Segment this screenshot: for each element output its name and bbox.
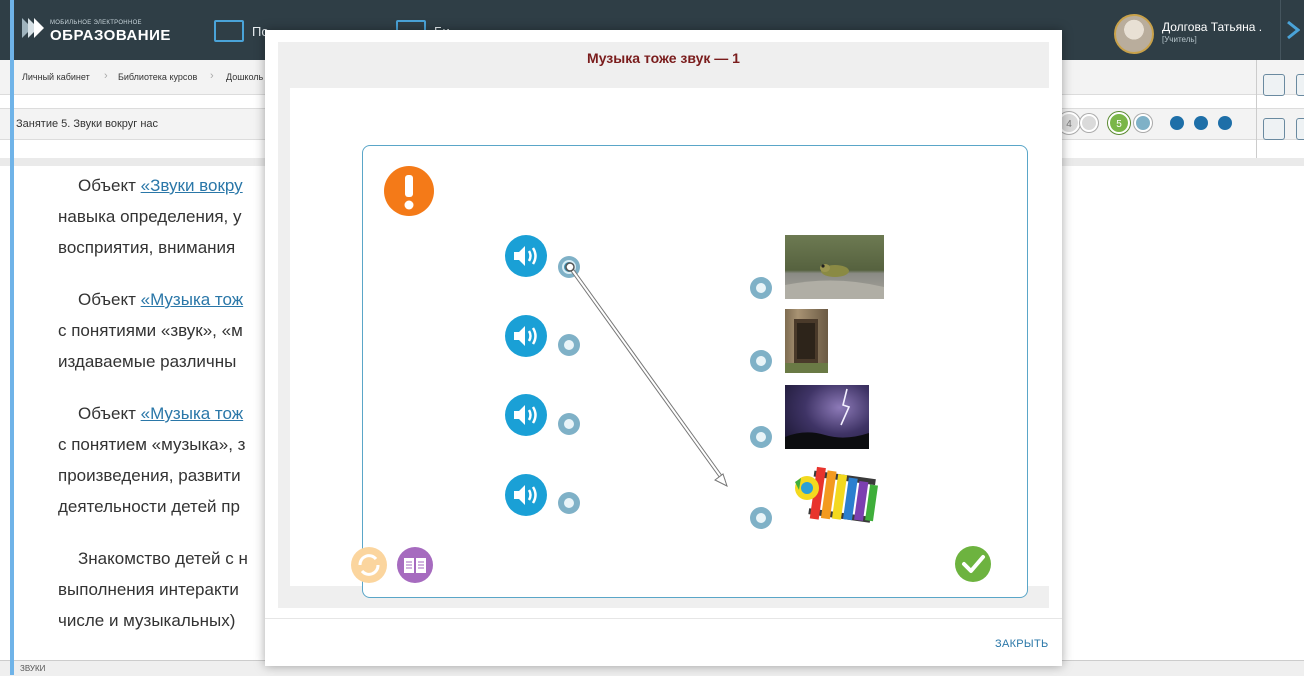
text-line: издаваемые различны	[58, 352, 237, 371]
text-line: произведения, развити	[58, 466, 241, 485]
breadcrumb-separator: ›	[210, 70, 214, 82]
table-icon[interactable]	[1263, 118, 1285, 140]
notes-icon[interactable]	[1263, 74, 1285, 96]
text-line: с понятием «музыка», з	[58, 435, 246, 454]
book-icon[interactable]	[214, 20, 244, 42]
window-icon[interactable]	[1296, 118, 1304, 140]
object-link[interactable]: «Звуки вокру	[141, 176, 243, 195]
breadcrumb-item[interactable]: Дошколь	[226, 72, 263, 82]
text-line: числе и музыкальных)	[58, 611, 236, 630]
nav-next-icon[interactable]	[1194, 116, 1208, 130]
breadcrumb-separator: ›	[104, 70, 108, 82]
check-icon[interactable]	[954, 545, 992, 583]
user-role: [Учитель]	[1162, 35, 1197, 44]
step-5-current[interactable]: 5	[1108, 112, 1130, 134]
modal-dialog: Музыка тоже звук — 1 ЗАКРЫТЬ	[265, 30, 1062, 666]
object-link[interactable]: «Музыка тож	[141, 404, 244, 423]
paragraph-2: Объект «Музыка тож с понятиями «звук», «…	[58, 284, 243, 377]
text-line: с понятиями «звук», «м	[58, 321, 243, 340]
exercise-area	[290, 88, 1049, 598]
paragraph-1: Объект «Звуки вокру навыка определения, …	[58, 170, 243, 263]
header-close-button[interactable]	[1280, 0, 1304, 60]
text-line: деятельности детей пр	[58, 497, 240, 516]
breadcrumb-item[interactable]: Библиотека курсов	[118, 72, 197, 82]
drag-line-arrow	[565, 262, 728, 487]
text: Объект	[78, 404, 141, 423]
breadcrumb-item[interactable]: Личный кабинет	[22, 72, 90, 82]
step-dot[interactable]	[1080, 114, 1098, 132]
xylophone-picture[interactable]	[791, 464, 883, 530]
lesson-title: Занятие 5. Звуки вокруг нас	[16, 118, 159, 130]
nav-last-icon[interactable]	[1218, 116, 1232, 130]
task-box	[362, 145, 1028, 598]
text: Объект	[78, 176, 141, 195]
modal-divider	[265, 618, 1062, 619]
panel-icon[interactable]	[1296, 74, 1304, 96]
object-link[interactable]: «Музыка тож	[141, 290, 244, 309]
text-line: выполнения интеракти	[58, 580, 239, 599]
text: Объект	[78, 290, 141, 309]
divider	[1256, 60, 1257, 160]
text-line: навыка определения, у	[58, 207, 242, 226]
modal-title: Музыка тоже звук — 1	[587, 50, 740, 66]
logo-caption: МОБИЛЬНОЕ ЭЛЕКТРОННОЕ	[50, 20, 142, 26]
user-name[interactable]: Долгова Татьяна .	[1162, 20, 1262, 34]
frog-photo[interactable]	[785, 235, 884, 299]
left-accent-bar	[10, 0, 14, 675]
logo-title: ОБРАЗОВАНИЕ	[50, 27, 171, 44]
paragraph-4: Знакомство детей с н выполнения интеракт…	[58, 543, 248, 636]
close-button[interactable]: ЗАКРЫТЬ	[995, 638, 1049, 650]
avatar[interactable]	[1114, 14, 1154, 54]
lightning-photo[interactable]	[785, 385, 869, 449]
text: Знакомство детей с н	[78, 549, 248, 568]
logo-icon	[22, 18, 44, 38]
nav-dot[interactable]	[1170, 116, 1184, 130]
book-icon[interactable]	[396, 546, 434, 584]
bottom-label: ЗВУКИ	[20, 664, 46, 673]
close-icon	[1287, 20, 1300, 40]
door-photo[interactable]	[785, 309, 828, 373]
refresh-icon[interactable]	[350, 546, 388, 584]
step-dot[interactable]	[1134, 114, 1152, 132]
text-line: восприятия, внимания	[58, 238, 236, 257]
paragraph-3: Объект «Музыка тож с понятием «музыка», …	[58, 398, 245, 522]
